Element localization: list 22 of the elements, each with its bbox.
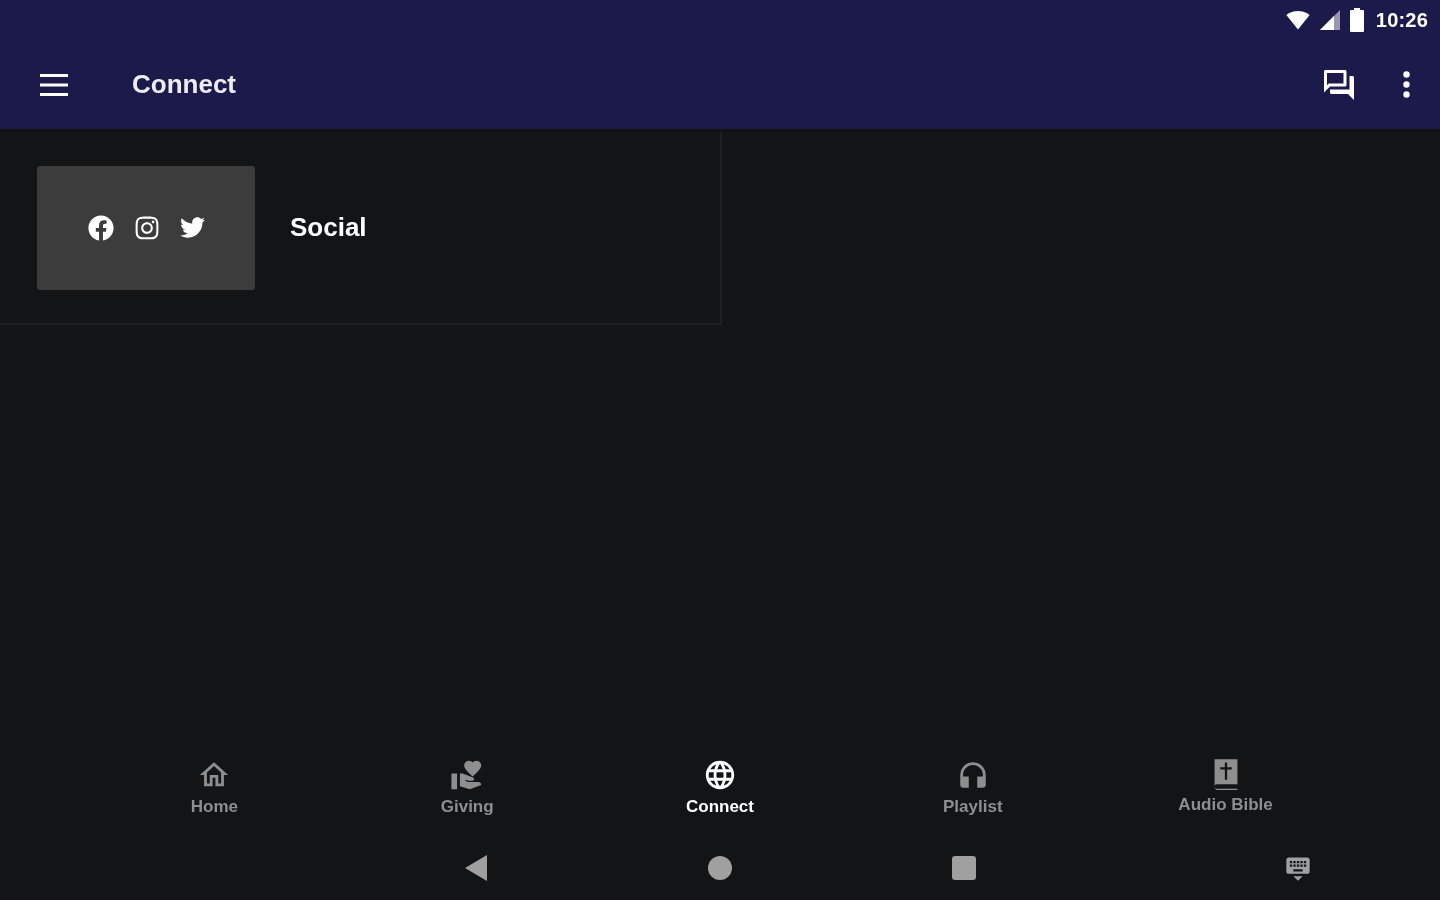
menu-icon — [40, 73, 68, 96]
globe-icon — [703, 758, 737, 792]
twitter-icon — [179, 215, 205, 240]
nav-tab[interactable]: Connect — [680, 740, 760, 823]
instagram-icon — [133, 214, 160, 241]
nav-tab[interactable]: Home — [184, 740, 244, 823]
recents-square-icon — [952, 855, 976, 880]
facebook-icon — [87, 214, 114, 241]
list-card[interactable]: Social — [0, 132, 722, 325]
menu-button[interactable] — [40, 73, 68, 96]
signal-icon — [1319, 10, 1340, 30]
app-bar-title: Connect — [132, 69, 236, 100]
back-icon — [465, 854, 487, 881]
nav-tab[interactable]: Audio Bible — [1172, 740, 1279, 821]
more-options-button[interactable] — [1403, 71, 1410, 98]
nav-tab[interactable]: Playlist — [937, 740, 1009, 823]
home-circle-icon — [708, 855, 732, 880]
nav-tab[interactable]: Giving — [434, 740, 500, 823]
wifi-icon — [1285, 8, 1310, 32]
battery-icon — [1349, 8, 1364, 32]
more-vertical-icon — [1403, 71, 1410, 98]
status-time: 10:26 — [1375, 8, 1428, 32]
